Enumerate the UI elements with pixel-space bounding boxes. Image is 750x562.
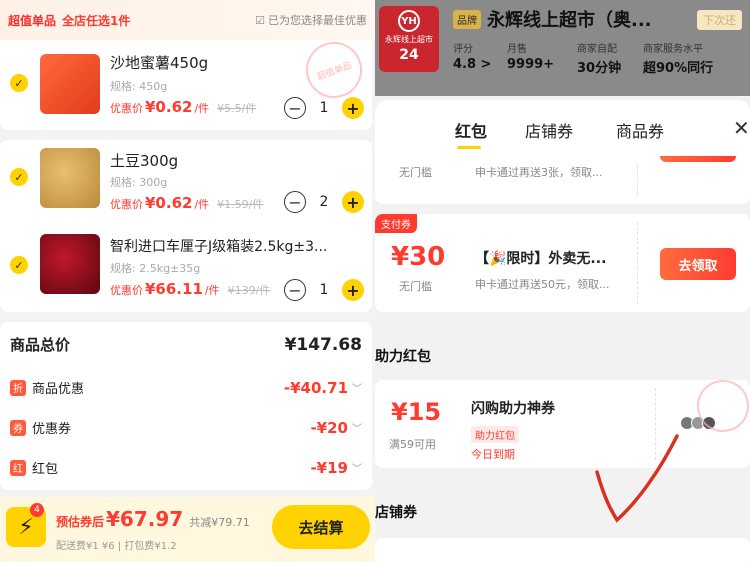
red-packet-badge-icon: 红 [10, 459, 26, 476]
stat-rating[interactable]: 评分 4.8 > [453, 40, 491, 72]
help-coupon-card: ¥15 满59可用 闪购助力神券 助力红包 今日到期 [375, 380, 750, 468]
item-checkbox[interactable]: ✓ [10, 168, 28, 186]
stat-delivery: 商家自配 30分钟 [577, 44, 622, 76]
quantity-value: 1 [319, 282, 329, 298]
coupon-card: 支付券 ¥30 无门槛 【🎉限时】外卖无... 申卡通过再送50元，领取... … [375, 214, 750, 312]
cart-panel: 超值单品 全店任选1件 ☑ 已为您选择最佳优惠 ✓ 沙地蜜薯450g 规格: 45… [0, 0, 375, 562]
promo-label: 超值单品 [8, 13, 57, 28]
chevron-down-icon: ﹀ [352, 464, 362, 475]
cart-count-badge: 4 [30, 503, 44, 517]
shop-logo: YH 永辉线上超市 24 [379, 6, 439, 72]
sweet-potato-image [40, 54, 100, 114]
shop-header: YH 永辉线上超市 24 品牌 永辉线上超市（奥... 下次还 评分 4.8 > … [375, 0, 750, 96]
coupon-amount: ¥30 [391, 242, 446, 272]
coupon-sheet: 红包 店铺券 商品券 ✕ 无门槛 申卡通过再送3张，领取... 支付券 ¥30 … [375, 100, 750, 562]
fees-text: 配送费¥1 ¥6 | 打包费¥1.2 [56, 541, 177, 552]
quantity-value: 1 [319, 100, 329, 116]
stat-service: 商家服务水平 超90%同行 [643, 44, 714, 76]
discount-badge-icon: 折 [10, 379, 26, 396]
item-name[interactable]: 沙地蜜薯450g [110, 52, 208, 73]
quantity-stepper: − 1 + [284, 278, 364, 302]
coupon-amount: ¥15 [391, 398, 442, 426]
pay-coupon-tag: 支付券 [375, 214, 417, 233]
cart-item-card: ✓ 土豆300g 规格: 300g 优惠价 ¥0.62/件 ¥1.59/件 − 2 … [0, 140, 372, 312]
close-icon[interactable]: ✕ [733, 116, 750, 140]
coupon-badge-icon: 券 [10, 419, 26, 436]
increase-button[interactable]: + [341, 97, 364, 119]
section-title-help: 助力红包 [375, 349, 431, 365]
increase-button[interactable]: + [341, 191, 364, 213]
due-text: 今日到期 [471, 448, 515, 461]
checkout-bar: ⚡ 4 预估券后 ¥67.97 共减¥79.71 配送费¥1 ¥6 | 打包费¥… [0, 497, 375, 562]
quantity-stepper: − 2 + [284, 190, 364, 214]
screen: 超值单品 全店任选1件 ☑ 已为您选择最佳优惠 ✓ 沙地蜜薯450g 规格: 45… [0, 0, 750, 562]
total-label: 商品总价 [10, 336, 71, 354]
estimated-price: 预估券后 ¥67.97 共减¥79.71 [56, 507, 250, 531]
item-spec: 规格: 300g [110, 176, 168, 189]
discount-row[interactable]: 折 商品优惠 -¥40.71 ﹀ [10, 378, 362, 397]
coupon-panel: YH 永辉线上超市 24 品牌 永辉线上超市（奥... 下次还 评分 4.8 > … [375, 0, 750, 562]
tab-shop-coupon[interactable]: 店铺券 [525, 118, 573, 142]
coupon-title: 闪购助力神券 [471, 401, 555, 417]
chevron-down-icon: ﹀ [352, 384, 362, 395]
claim-button[interactable]: 去领取 [660, 248, 736, 280]
item-checkbox[interactable]: ✓ [10, 256, 28, 274]
potato-image [40, 148, 100, 208]
help-tag: 助力红包 [471, 426, 519, 443]
checkout-button[interactable]: 去结算 [272, 505, 370, 549]
stat-monthly-sales: 月售 9999+ [507, 44, 555, 72]
coupon-row[interactable]: 券 优惠券 -¥20 ﹀ [10, 418, 362, 437]
quantity-value: 2 [319, 194, 329, 210]
item-name[interactable]: 土豆300g [110, 150, 178, 171]
item-spec: 规格: 2.5kg±35g [110, 262, 201, 275]
decrease-button[interactable]: − [284, 191, 306, 213]
tab-red-packet[interactable]: 红包 [455, 118, 487, 142]
cart-item-card: ✓ 沙地蜜薯450g 规格: 450g 优惠价 ¥0.62/件 ¥5.5/件 超值单… [0, 34, 372, 130]
item-spec: 规格: 450g [110, 80, 168, 93]
quantity-stepper: − 1 + [284, 96, 364, 120]
total-value: ¥147.68 [284, 334, 362, 355]
decrease-button[interactable]: − [284, 97, 306, 119]
coupon-card: 无门槛 申卡通过再送3张，领取... [375, 156, 750, 204]
coupon-card [375, 538, 750, 562]
item-checkbox[interactable]: ✓ [10, 74, 28, 92]
shop-name[interactable]: 永辉线上超市（奥... [487, 6, 652, 32]
brand-tag: 品牌 [453, 10, 481, 29]
item-name[interactable]: 智利进口车厘子J级箱装2.5kg±3... [110, 236, 327, 256]
coupon-title: 【🎉限时】外卖无... [475, 251, 607, 267]
red-packet-row[interactable]: 红 红包 -¥19 ﹀ [10, 458, 362, 477]
item-price: 优惠价 ¥0.62/件 ¥5.5/件 [110, 98, 257, 116]
chevron-down-icon: ﹀ [352, 424, 362, 435]
section-title-shop: 店铺券 [375, 505, 417, 521]
item-price: 优惠价 ¥0.62/件 ¥1.59/件 [110, 194, 264, 212]
tab-item-coupon[interactable]: 商品券 [616, 118, 664, 142]
check-circle-icon: ☑ [255, 13, 265, 27]
cherry-image [40, 234, 100, 294]
help-stamp [689, 380, 750, 440]
price-summary: 商品总价 ¥147.68 折 商品优惠 -¥40.71 ﹀ 券 优惠券 -¥20… [0, 322, 372, 490]
total-row: 商品总价 ¥147.68 [10, 334, 362, 355]
decrease-button[interactable]: − [284, 279, 306, 301]
promo-rule: 全店任选1件 [62, 13, 131, 28]
best-discount-hint[interactable]: ☑ 已为您选择最佳优惠 [255, 12, 367, 28]
item-price: 优惠价 ¥66.11/件 ¥139/件 [110, 280, 271, 298]
claim-button[interactable] [660, 156, 736, 162]
next-visit-tag: 下次还 [697, 10, 742, 30]
tab-underline [457, 146, 481, 149]
coupon-tabs: 红包 店铺券 商品券 ✕ [375, 100, 750, 156]
promo-banner: 超值单品 全店任选1件 ☑ 已为您选择最佳优惠 [0, 0, 375, 40]
increase-button[interactable]: + [341, 279, 364, 301]
